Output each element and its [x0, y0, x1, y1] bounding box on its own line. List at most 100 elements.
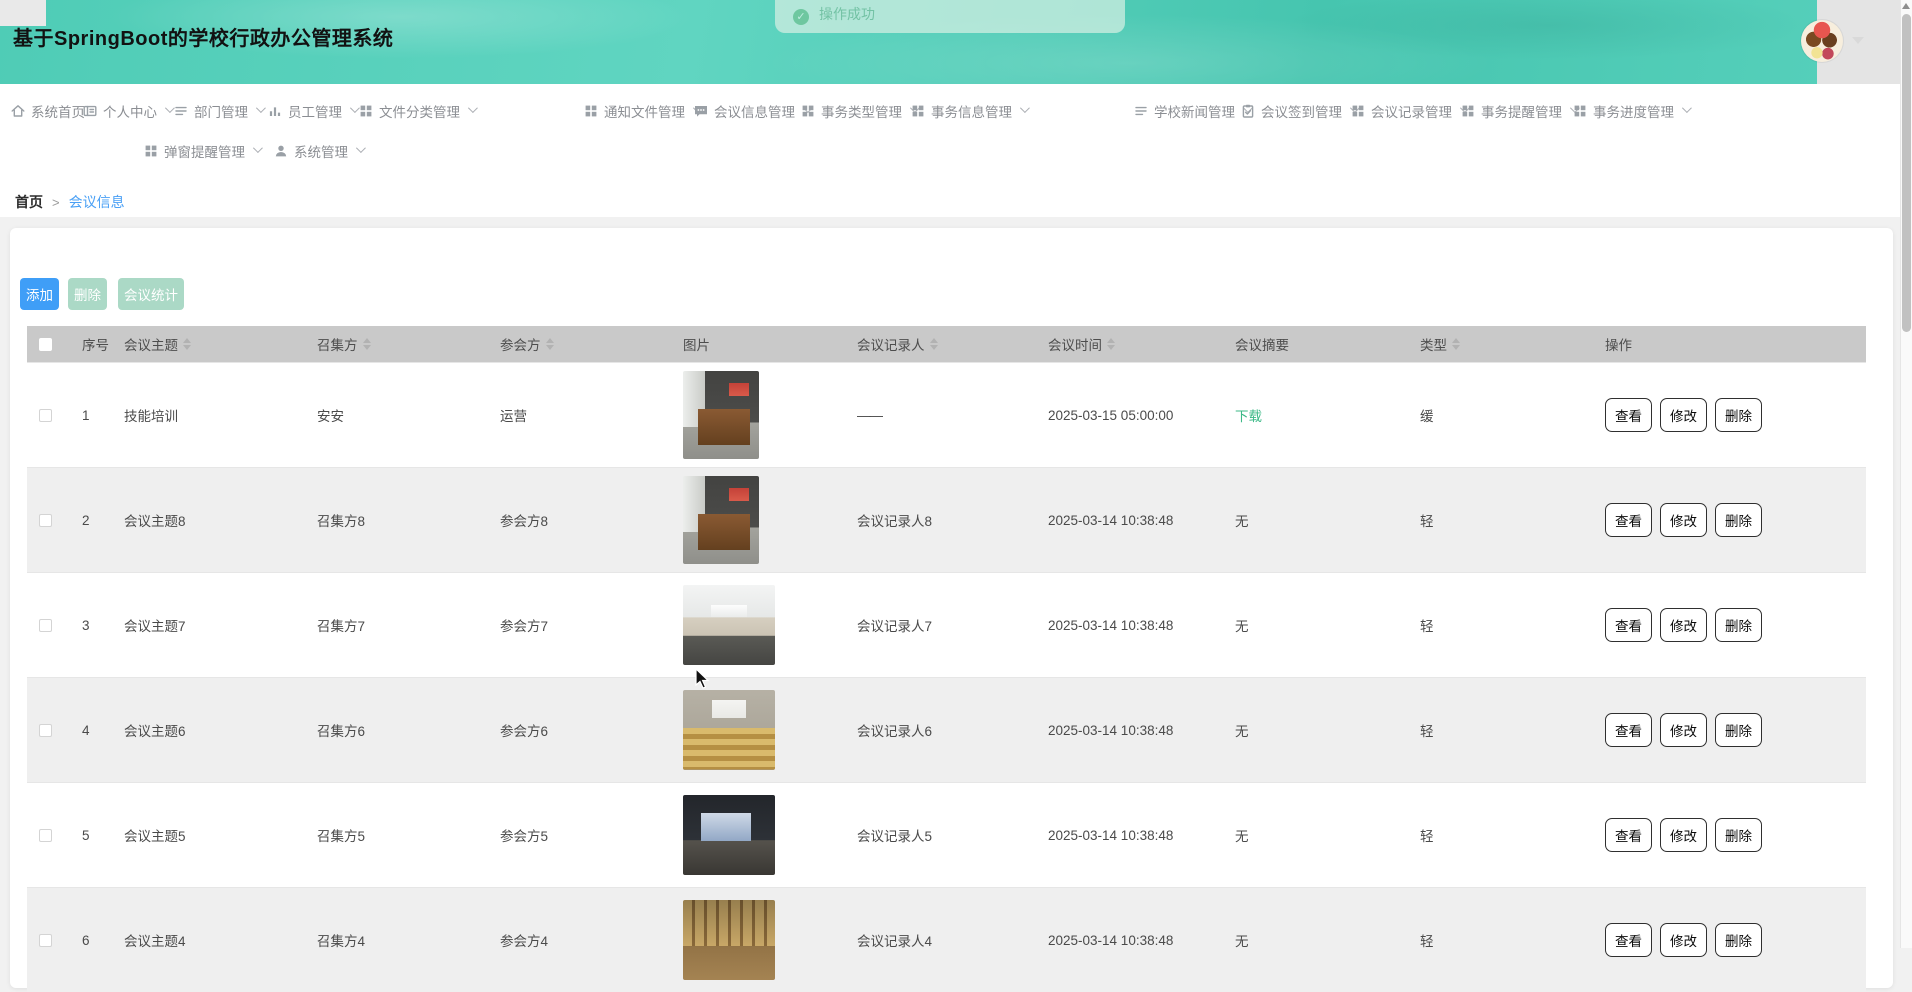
nav-item-meeting-record-mgmt[interactable]: 会议记录管理: [1350, 99, 1467, 123]
edit-button[interactable]: 修改: [1660, 818, 1707, 852]
user-avatar[interactable]: [1801, 20, 1843, 62]
edit-button[interactable]: 修改: [1660, 398, 1707, 432]
meeting-photo[interactable]: [683, 476, 759, 564]
corner-block: [0, 0, 46, 26]
column-header-recorder[interactable]: 会议记录人: [845, 334, 1040, 354]
cell-actions: 查看修改删除: [1595, 608, 1866, 642]
edit-button[interactable]: 修改: [1660, 923, 1707, 957]
view-button[interactable]: 查看: [1605, 398, 1652, 432]
delete-row-button[interactable]: 删除: [1715, 818, 1762, 852]
nav-item-label: 文件分类管理: [379, 101, 460, 121]
grid-icon: [1460, 103, 1476, 119]
delete-button[interactable]: 删除: [68, 278, 107, 310]
cell-time: 2025-03-14 10:38:48: [1040, 513, 1225, 528]
row-checkbox[interactable]: [39, 724, 52, 737]
column-header-convener[interactable]: 召集方: [305, 334, 490, 354]
column-header-image: 图片: [670, 334, 845, 354]
cell-summary: 无: [1225, 720, 1410, 740]
nav-item-file-category-mgmt[interactable]: 文件分类管理: [358, 99, 475, 123]
nav-item-employee-mgmt[interactable]: 员工管理: [267, 99, 357, 123]
nav-item-affair-remind-mgmt[interactable]: 事务提醒管理: [1460, 99, 1577, 123]
list-icon: [1133, 103, 1149, 119]
chevron-down-icon: [253, 143, 263, 153]
summary-text: 无: [1235, 510, 1249, 530]
cell-recorder: 会议记录人7: [845, 615, 1040, 635]
nav-item-label: 会议记录管理: [1371, 101, 1452, 121]
meeting-photo[interactable]: [683, 371, 759, 459]
cell-recorder: 会议记录人8: [845, 510, 1040, 530]
table-row: 4会议主题6召集方6参会方6会议记录人62025-03-14 10:38:48无…: [27, 677, 1866, 782]
cell-select: [27, 514, 65, 527]
download-link[interactable]: 下载: [1235, 405, 1262, 425]
edit-button[interactable]: 修改: [1660, 608, 1707, 642]
row-checkbox[interactable]: [39, 409, 52, 422]
cell-select: [27, 409, 65, 422]
select-all-checkbox[interactable]: [39, 338, 52, 351]
delete-row-button[interactable]: 删除: [1715, 503, 1762, 537]
view-button[interactable]: 查看: [1605, 923, 1652, 957]
grid-icon: [1572, 103, 1588, 119]
nav-item-affair-type-mgmt[interactable]: 事务类型管理: [800, 99, 917, 123]
cell-select: [27, 934, 65, 947]
sort-carets-icon[interactable]: [1452, 338, 1460, 350]
nav-item-affair-progress-mgmt[interactable]: 事务进度管理: [1572, 99, 1689, 123]
meeting-photo[interactable]: [683, 690, 775, 770]
sort-carets-icon[interactable]: [183, 338, 191, 350]
meeting-stats-button[interactable]: 会议统计: [118, 278, 184, 310]
view-button[interactable]: 查看: [1605, 608, 1652, 642]
row-checkbox[interactable]: [39, 934, 52, 947]
edit-button[interactable]: 修改: [1660, 503, 1707, 537]
nav-item-school-news-mgmt[interactable]: 学校新闻管理: [1133, 99, 1250, 123]
nav-item-label: 学校新闻管理: [1154, 101, 1235, 121]
edit-button[interactable]: 修改: [1660, 713, 1707, 747]
add-button[interactable]: 添加: [20, 278, 59, 310]
column-header-type[interactable]: 类型: [1410, 334, 1595, 354]
delete-row-button[interactable]: 删除: [1715, 923, 1762, 957]
nav-item-personal-center[interactable]: 个人中心: [82, 99, 172, 123]
row-checkbox[interactable]: [39, 829, 52, 842]
cell-image: [670, 690, 845, 770]
delete-row-button[interactable]: 删除: [1715, 608, 1762, 642]
breadcrumb-home-link[interactable]: 首页: [15, 192, 43, 212]
column-header-time[interactable]: 会议时间: [1040, 334, 1225, 354]
sort-carets-icon[interactable]: [546, 338, 554, 350]
view-button[interactable]: 查看: [1605, 503, 1652, 537]
nav-item-department-mgmt[interactable]: 部门管理: [173, 99, 263, 123]
column-header-topic[interactable]: 会议主题: [115, 334, 305, 354]
scrollbar-thumb[interactable]: [1902, 14, 1911, 332]
meeting-photo[interactable]: [683, 795, 775, 875]
sort-carets-icon[interactable]: [1107, 338, 1115, 350]
scrollbar-up-arrow[interactable]: [1902, 3, 1910, 9]
summary-text: 无: [1235, 615, 1249, 635]
nav-item-notice-file-mgmt[interactable]: 通知文件管理: [583, 99, 700, 123]
nav-item-popup-remind-mgmt[interactable]: 弹窗提醒管理: [143, 139, 260, 163]
delete-row-button[interactable]: 删除: [1715, 713, 1762, 747]
nav-item-meeting-info-mgmt[interactable]: 会议信息管理: [693, 99, 810, 123]
nav-item-meeting-signin-mgmt[interactable]: 会议签到管理: [1240, 99, 1357, 123]
nav-item-affair-info-mgmt[interactable]: 事务信息管理: [910, 99, 1027, 123]
nav-item-system-mgmt[interactable]: 系统管理: [273, 139, 363, 163]
avatar-dropdown-icon[interactable]: [1852, 37, 1864, 44]
chat-icon: [693, 103, 709, 119]
meeting-photo[interactable]: [683, 900, 775, 980]
cell-topic: 会议主题8: [115, 510, 305, 530]
sort-carets-icon[interactable]: [930, 338, 938, 350]
success-toast: ✓ 操作成功: [775, 0, 1125, 33]
row-checkbox[interactable]: [39, 619, 52, 632]
nav-item-system-home[interactable]: 系统首页: [10, 99, 85, 123]
column-label: 序号: [82, 334, 109, 354]
row-checkbox[interactable]: [39, 514, 52, 527]
sort-carets-icon[interactable]: [363, 338, 371, 350]
delete-row-button[interactable]: 删除: [1715, 398, 1762, 432]
view-button[interactable]: 查看: [1605, 818, 1652, 852]
column-header-participants[interactable]: 参会方: [490, 334, 670, 354]
grid-icon: [358, 103, 374, 119]
nav-item-label: 部门管理: [194, 101, 248, 121]
chevron-down-icon: [356, 143, 366, 153]
summary-text: 无: [1235, 720, 1249, 740]
view-button[interactable]: 查看: [1605, 713, 1652, 747]
meeting-photo[interactable]: [683, 585, 775, 665]
grid-icon: [800, 103, 816, 119]
column-label: 会议时间: [1048, 334, 1102, 354]
chevron-down-icon: [256, 103, 266, 113]
